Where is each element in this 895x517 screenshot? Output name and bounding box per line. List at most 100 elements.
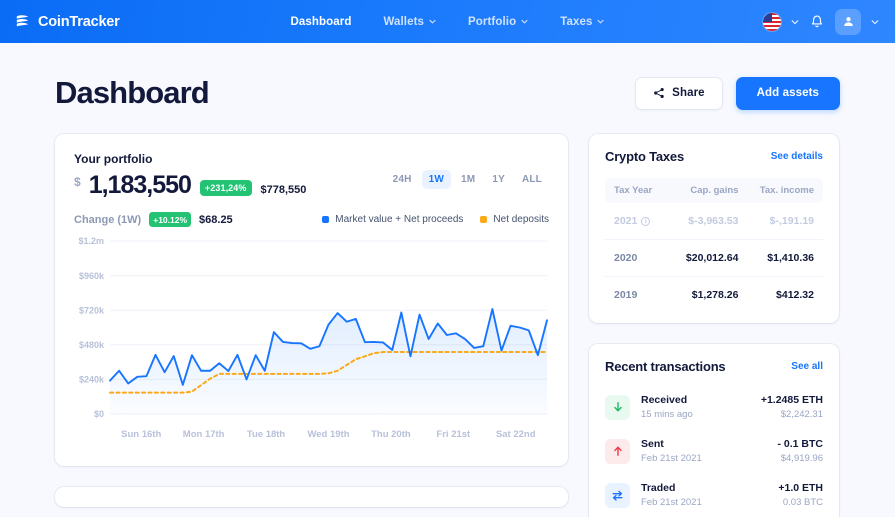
swap-arrows-icon bbox=[605, 482, 630, 508]
range-1m[interactable]: 1M bbox=[454, 170, 482, 189]
ytick-label: $240k bbox=[79, 375, 105, 385]
chevron-down-icon[interactable] bbox=[791, 18, 799, 26]
currency-symbol: $ bbox=[74, 175, 81, 189]
table-row[interactable]: 2019 $1,278.26 $412.32 bbox=[605, 277, 823, 314]
recent-transactions-title: Recent transactions bbox=[605, 359, 726, 374]
ytick-label: $0 bbox=[94, 409, 104, 419]
chevron-down-icon bbox=[521, 19, 528, 24]
list-item[interactable]: Traded Feb 21st 2021 +1.0 ETH 0.03 BTC bbox=[605, 473, 823, 517]
cap-gains-2021: $-3,963.53 bbox=[668, 203, 739, 240]
user-avatar-button[interactable] bbox=[835, 8, 861, 35]
portfolio-total-value: 1,183,550 bbox=[88, 171, 192, 199]
ytick-label: $720k bbox=[79, 305, 105, 315]
share-icon bbox=[654, 87, 664, 99]
portfolio-change-row: Change (1W) +10.12% $68.25 Market value … bbox=[74, 212, 549, 227]
table-row[interactable]: 2021 i $-3,963.53 $-,191.19 bbox=[605, 203, 823, 240]
header-actions: Share Add assets bbox=[635, 76, 840, 110]
cap-gains-2019: $1,278.26 bbox=[691, 289, 739, 301]
nav-label-dashboard: Dashboard bbox=[290, 15, 352, 28]
left-column: Your portfolio $ 1,183,550 +231,24% $778… bbox=[55, 134, 568, 517]
portfolio-chart[interactable]: $1.2m $960k $720k $480k $240k $0 Sun 16th Mon… bbox=[74, 237, 549, 452]
range-1y[interactable]: 1Y bbox=[485, 170, 512, 189]
see-all-link[interactable]: See all bbox=[791, 361, 823, 372]
portfolio-card: Your portfolio $ 1,183,550 +231,24% $778… bbox=[55, 134, 568, 466]
transaction-amounts: - 0.1 BTC $4,919.96 bbox=[777, 438, 823, 464]
arrow-down-icon bbox=[605, 394, 630, 420]
col-tax-income: Tax. income bbox=[738, 178, 823, 203]
xtick-3: Wed 19th bbox=[307, 429, 350, 440]
chevron-down-icon bbox=[429, 19, 436, 24]
recent-transactions-card: Recent transactions See all Received 15 … bbox=[589, 344, 839, 517]
portfolio-values: Your portfolio $ 1,183,550 +231,24% $778… bbox=[74, 152, 306, 200]
list-item[interactable]: Received 15 mins ago +1.2485 ETH $2,242.… bbox=[605, 385, 823, 429]
range-24h[interactable]: 24H bbox=[386, 170, 419, 189]
share-button[interactable]: Share bbox=[635, 76, 723, 110]
tax-year-2020: 2020 bbox=[605, 239, 669, 277]
range-1w[interactable]: 1W bbox=[421, 170, 452, 189]
transaction-fiat: $2,242.31 bbox=[780, 409, 823, 420]
xtick-2: Tue 18th bbox=[246, 429, 286, 440]
legend-swatch-orange bbox=[480, 216, 488, 223]
change-value: $68.25 bbox=[199, 213, 233, 226]
info-icon[interactable]: i bbox=[641, 216, 651, 226]
chart-canvas: $1.2m $960k $720k $480k $240k $0 bbox=[78, 237, 548, 419]
transaction-info: Traded Feb 21st 2021 bbox=[641, 482, 702, 508]
tax-income-2021: $-,191.19 bbox=[738, 203, 823, 240]
transaction-amounts: +1.0 ETH 0.03 BTC bbox=[778, 482, 823, 508]
nav-item-portfolio[interactable]: Portfolio bbox=[468, 16, 528, 28]
portfolio-change-pill: +231,24% bbox=[199, 180, 252, 196]
nav-item-taxes[interactable]: Taxes bbox=[560, 16, 604, 28]
chevron-down-icon bbox=[597, 19, 604, 24]
portfolio-summary: Your portfolio $ 1,183,550 +231,24% $778… bbox=[74, 152, 549, 200]
transaction-fiat: $4,919.96 bbox=[780, 453, 823, 464]
xtick-0: Sun 16th bbox=[121, 429, 162, 440]
ytick-label: $480k bbox=[79, 340, 105, 350]
col-cap-gains: Cap. gains bbox=[668, 178, 739, 203]
recent-transactions-header: Recent transactions See all bbox=[605, 359, 823, 374]
page-header: Dashboard Share Add assets bbox=[55, 43, 840, 111]
transaction-fiat: 0.03 BTC bbox=[782, 497, 823, 508]
change-percent-pill: +10.12% bbox=[149, 212, 192, 227]
crypto-taxes-title: Crypto Taxes bbox=[605, 149, 684, 164]
col-tax-year: Tax Year bbox=[605, 178, 669, 203]
right-column: Crypto Taxes See details Tax Year Cap. g… bbox=[589, 134, 839, 517]
transaction-date: Feb 21st 2021 bbox=[641, 497, 702, 508]
brand-name: CoinTracker bbox=[38, 13, 120, 30]
page-container: Dashboard Share Add assets Your portfoli… bbox=[0, 43, 895, 517]
main-nav-links: Dashboard Wallets Portfolio Taxes bbox=[0, 16, 895, 28]
transaction-type: Received bbox=[641, 394, 688, 406]
add-assets-button[interactable]: Add assets bbox=[735, 76, 840, 110]
portfolio-label: Your portfolio bbox=[74, 152, 153, 166]
table-header-row: Tax Year Cap. gains Tax. income bbox=[605, 178, 823, 203]
brand-logo[interactable]: CoinTracker bbox=[14, 13, 120, 30]
crypto-taxes-card: Crypto Taxes See details Tax Year Cap. g… bbox=[589, 134, 839, 323]
tax-income-2019: $412.32 bbox=[776, 289, 814, 301]
transaction-date: 15 mins ago bbox=[641, 409, 693, 420]
chart-x-axis: Sun 16th Mon 17th Tue 18th Wed 19th Thu … bbox=[74, 429, 549, 440]
cap-gains-2020: $20,012.64 bbox=[668, 239, 739, 277]
nav-item-wallets[interactable]: Wallets bbox=[383, 16, 436, 28]
chevron-down-icon[interactable] bbox=[871, 18, 879, 26]
cointracker-logo-icon bbox=[16, 15, 29, 27]
notification-bell-icon[interactable] bbox=[809, 14, 825, 30]
see-details-link[interactable]: See details bbox=[771, 151, 823, 162]
nav-item-dashboard[interactable]: Dashboard bbox=[291, 16, 352, 28]
tax-year-2021: 2021 i bbox=[605, 203, 669, 240]
ytick-label: $960k bbox=[79, 271, 105, 281]
nav-right-controls bbox=[763, 8, 879, 35]
crypto-taxes-header: Crypto Taxes See details bbox=[605, 149, 823, 164]
ytick-label: $1.2m bbox=[78, 237, 104, 246]
range-all[interactable]: ALL bbox=[515, 170, 549, 189]
us-flag-icon[interactable] bbox=[763, 12, 781, 31]
user-avatar-icon bbox=[843, 17, 853, 27]
page-title: Dashboard bbox=[55, 75, 210, 110]
list-item[interactable]: Sent Feb 21st 2021 - 0.1 BTC $4,919.96 bbox=[605, 429, 823, 473]
table-row[interactable]: 2020 $20,012.64 $1,410.36 bbox=[605, 239, 823, 277]
tax-income-2020: $1,410.36 bbox=[738, 239, 823, 277]
transaction-date: Feb 21st 2021 bbox=[641, 453, 702, 464]
tax-year-value: 2021 bbox=[614, 215, 638, 227]
dashboard-grid: Your portfolio $ 1,183,550 +231,24% $778… bbox=[55, 134, 840, 517]
transaction-type: Sent bbox=[641, 438, 664, 450]
nav-label-portfolio: Portfolio bbox=[468, 15, 517, 28]
legend-item-market-value: Market value + Net proceeds bbox=[322, 214, 463, 225]
